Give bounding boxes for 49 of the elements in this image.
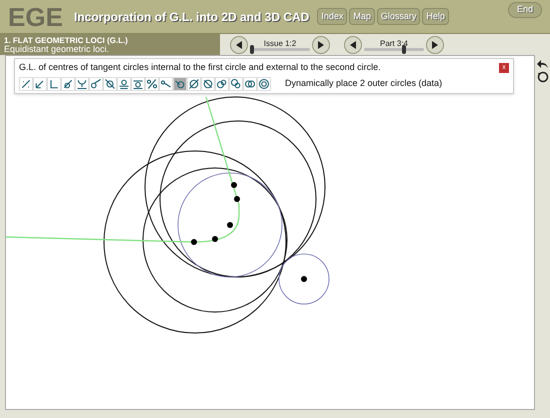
geometry-tool-icon	[34, 78, 46, 90]
geometry-tool-icon	[90, 78, 102, 90]
previous-button[interactable]	[230, 36, 248, 54]
geometry-tool-icon	[174, 78, 186, 90]
triangle-icon	[430, 40, 440, 50]
rotate-icon[interactable]	[537, 71, 549, 83]
geometry-tool-icon	[258, 78, 270, 90]
nav-button[interactable]: Index	[317, 8, 348, 26]
geometry-tool-icon	[132, 78, 144, 90]
triangle-icon	[234, 40, 244, 50]
geometry-tool-icon	[62, 78, 74, 90]
slider-track[interactable]	[364, 48, 424, 50]
slider-thumb[interactable]	[250, 44, 254, 54]
geometry-tool-icon	[76, 78, 88, 90]
section-subtitle: Equidistant geometric loci.	[4, 44, 110, 54]
geometry-tool-icon	[202, 78, 214, 90]
geometry-tool-icon	[160, 78, 172, 90]
nav-button[interactable]: Glossary	[376, 8, 420, 26]
geometry-tool-icon	[48, 78, 60, 90]
section-title: 1. FLAT GEOMETRIC LOCI (G.L.)	[4, 36, 129, 44]
next-button[interactable]	[312, 36, 330, 54]
geometry-tool-icon	[230, 78, 242, 90]
triangle-icon	[316, 40, 326, 50]
logo: EGE	[8, 4, 64, 30]
slider-track[interactable]	[250, 48, 310, 50]
tool-button[interactable]	[187, 76, 201, 90]
triangle-icon	[348, 40, 358, 50]
previous-button[interactable]	[344, 36, 362, 54]
geometry-tool-icon	[188, 78, 200, 90]
geometry-tool-icon	[244, 78, 256, 90]
nav-button[interactable]: Help	[422, 8, 449, 26]
tool-button[interactable]	[145, 76, 159, 90]
geometry-tool-icon	[216, 78, 228, 90]
geometry-tool-icon	[20, 78, 32, 90]
tool-button[interactable]	[103, 76, 117, 90]
geometry-tool-icon	[104, 78, 116, 90]
slider-thumb[interactable]	[402, 44, 406, 54]
geometry-tool-icon	[118, 78, 130, 90]
description-text: G.L. of centres of tangent circles internal to the first circle and external to the second circle.	[19, 61, 381, 74]
status-text: Dynamically place 2 outer circles (data)	[285, 76, 442, 90]
tool-button[interactable]	[257, 76, 271, 90]
end-button[interactable]: End	[508, 2, 542, 18]
undo-icon[interactable]	[537, 59, 549, 69]
slider-label: Issue 1:2	[264, 38, 296, 48]
app-title: Incorporation of G.L. into 2D and 3D CAD	[74, 8, 310, 26]
nav-button[interactable]: Map	[349, 8, 375, 26]
geometry-tool-icon	[146, 78, 158, 90]
next-button[interactable]	[426, 36, 444, 54]
slider-label: Part 3:4	[380, 38, 408, 48]
